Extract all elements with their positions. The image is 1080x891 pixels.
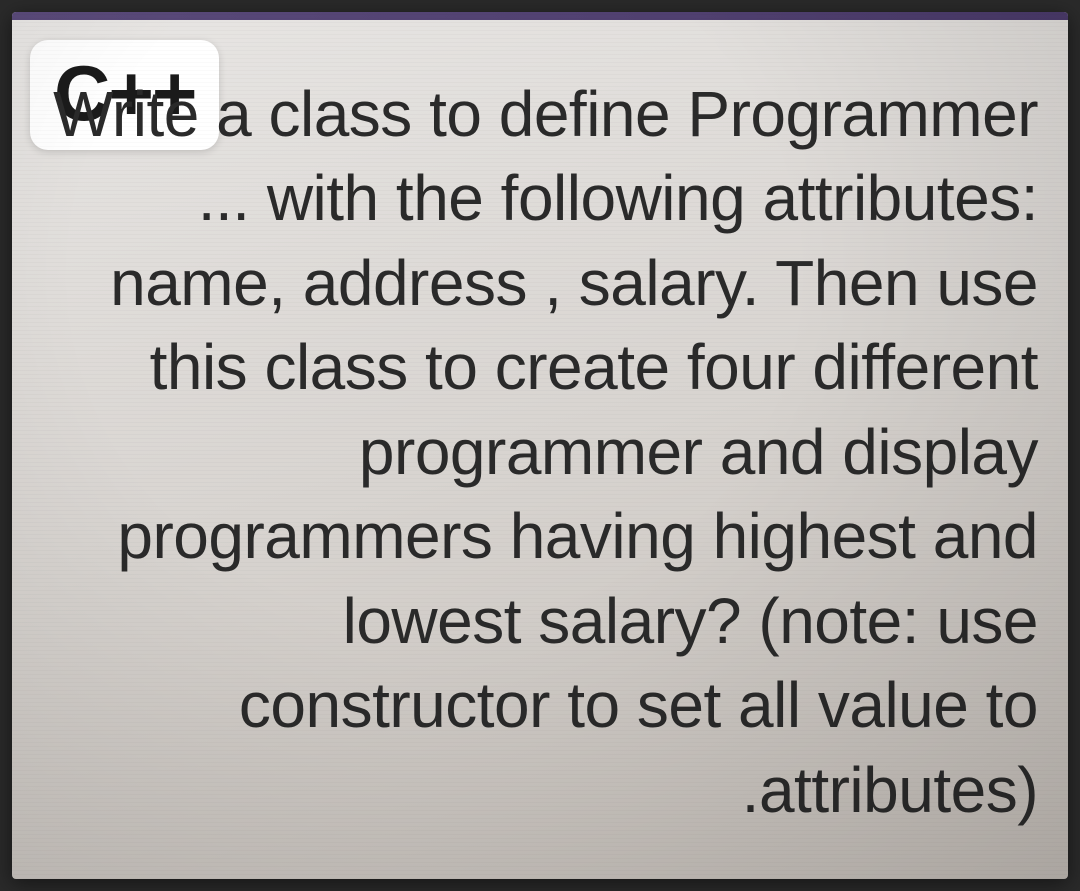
document-page: C++ Write a class to define Programmer .… [12,12,1068,879]
question-body: Write a class to define Programmer ... w… [52,72,1038,832]
top-accent-bar [12,12,1068,20]
